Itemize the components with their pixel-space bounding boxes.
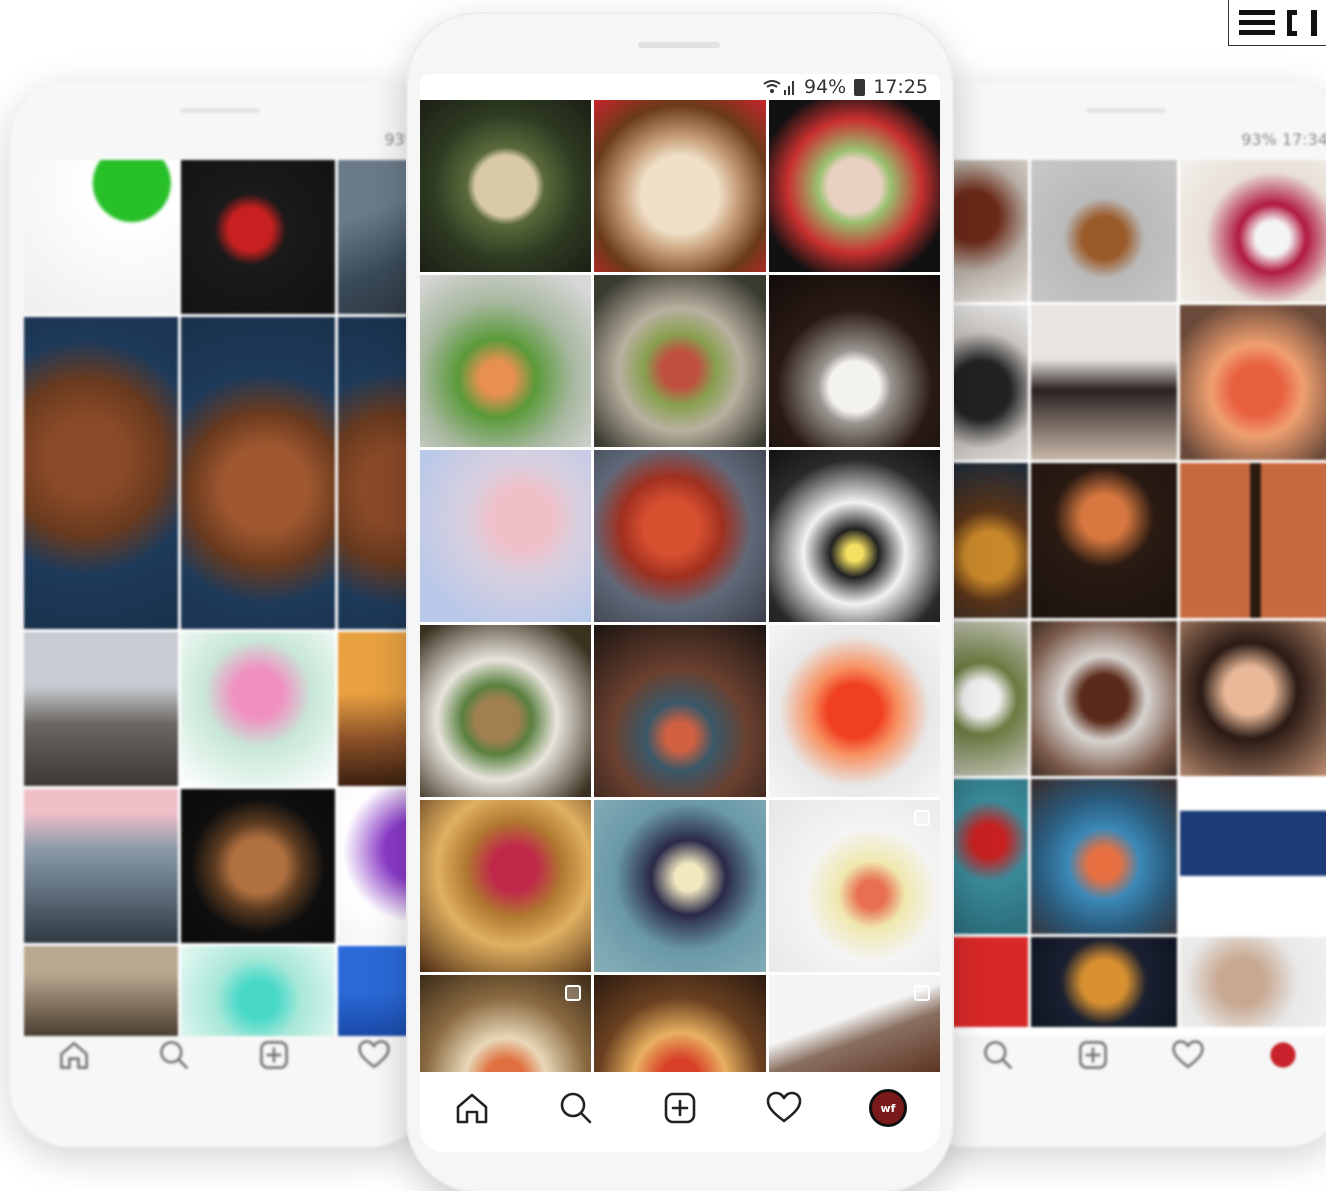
photo-tile-shrimp-salad[interactable] — [420, 275, 592, 447]
multiple-photos-icon — [913, 985, 930, 1001]
status-bar: 94% 17:25 — [420, 74, 940, 100]
photo-tile-dim-sum-basket[interactable] — [594, 100, 766, 272]
left-bottom-nav — [24, 1025, 424, 1085]
battery-percent: 94% — [804, 76, 847, 98]
bg-photo-strawberry — [950, 779, 1028, 934]
bg-photo-vinyl — [950, 305, 1028, 460]
photo-tile-pink-cocktail[interactable] — [420, 450, 592, 622]
bg-photo-dunes — [24, 946, 178, 1036]
bg-photo-monitor — [1180, 779, 1326, 934]
bar-icon — [1311, 9, 1317, 36]
bg-photo-meat-dish — [950, 160, 1028, 302]
photo-tile-seafood-salad[interactable] — [420, 100, 592, 272]
bg-photo-salmon-blue-plate — [1031, 779, 1177, 934]
bg-photo-menu-board — [1031, 160, 1177, 302]
bg-photo-green-promo — [24, 160, 178, 314]
add-post-icon — [260, 1041, 288, 1069]
bg-photo-woman-portrait — [1180, 937, 1326, 1027]
search-icon — [983, 1041, 1012, 1069]
photo-tile-red-lemonade[interactable] — [768, 625, 940, 797]
bg-photo-sea-waves — [24, 789, 178, 943]
add-post-button[interactable] — [656, 1084, 704, 1132]
phone-speaker — [1086, 108, 1166, 113]
bg-photo-plate-dark — [181, 789, 335, 943]
home-icon — [456, 1093, 488, 1124]
heart-icon — [766, 1091, 802, 1123]
photo-tile-squid-ink-pasta[interactable] — [768, 450, 940, 622]
add-post-icon — [1078, 1041, 1107, 1069]
profile-button[interactable]: wf — [864, 1084, 912, 1132]
search-icon — [160, 1041, 188, 1069]
multiple-photos-icon — [565, 985, 582, 1001]
heart-icon — [358, 1040, 390, 1069]
activity-button[interactable] — [760, 1084, 808, 1132]
phone-speaker — [180, 108, 260, 113]
main-phone: 94% 17:25 wf — [408, 14, 952, 1191]
corner-logo — [1228, 0, 1326, 46]
bg-photo-red-sign — [950, 937, 1028, 1027]
bg-photo-road — [24, 632, 178, 786]
avatar — [1269, 1042, 1296, 1068]
right-background-phone: 93% 17:34 — [906, 82, 1326, 1147]
bg-photo-steak-boards — [24, 317, 178, 629]
bg-photo-models — [1031, 305, 1177, 460]
bg-photo-ice-cream-cherry — [1180, 160, 1326, 302]
photo-tile-sardine-toast[interactable] — [420, 625, 592, 797]
bg-photo-wine-glass — [950, 621, 1028, 776]
bg-photo-poster — [1031, 463, 1177, 618]
photo-tile-vegetable-tartare[interactable] — [594, 275, 766, 447]
photo-tile-ceviche[interactable] — [768, 800, 940, 972]
battery-icon — [854, 78, 866, 96]
bg-photo-flowers — [181, 632, 335, 786]
photo-tile-plated-dessert[interactable] — [768, 275, 940, 447]
photo-tile-crab-legs[interactable] — [594, 450, 766, 622]
home-icon — [60, 1041, 88, 1069]
search-icon — [560, 1092, 592, 1124]
heart-icon — [1171, 1040, 1204, 1069]
clock: 17:25 — [873, 76, 928, 98]
photo-tile-shrimp-sandwich[interactable] — [768, 100, 940, 272]
right-photo-grid — [950, 160, 1326, 1036]
bg-photo-dumplings — [950, 463, 1028, 618]
wifi-signal-icon — [763, 80, 794, 95]
photo-tile-salmon-tart[interactable] — [420, 975, 592, 1072]
photo-tile-tapas-table[interactable] — [768, 975, 940, 1072]
bg-photo-brick-wall — [1180, 463, 1326, 618]
avatar: wf — [869, 1089, 907, 1127]
home-button[interactable] — [448, 1084, 496, 1132]
bracket-icon — [1287, 9, 1297, 36]
bg-photo-green-drinks — [181, 946, 335, 1036]
search-button[interactable] — [552, 1084, 600, 1132]
add-post-icon — [664, 1092, 696, 1124]
right-bottom-nav — [950, 1025, 1326, 1085]
right-status-text: 93% 17:34 — [1241, 130, 1326, 149]
bottom-nav: wf — [420, 1074, 940, 1142]
photo-tile-pizza[interactable] — [594, 975, 766, 1072]
multiple-photos-icon — [913, 810, 930, 826]
bg-photo-smoking-woman — [1180, 621, 1326, 776]
bg-photo-steak-plate — [1031, 621, 1177, 776]
bg-photo-steak-boards-2 — [181, 317, 335, 629]
photo-grid — [420, 100, 940, 1072]
phone-screen: 94% 17:25 wf — [420, 74, 940, 1152]
bg-photo-fried-balls — [1031, 937, 1177, 1027]
photo-tile-champagne[interactable] — [594, 800, 766, 972]
left-photo-grid — [24, 160, 430, 1036]
menu-bars-icon — [1239, 10, 1275, 35]
bg-photo-dark-logo — [181, 160, 335, 314]
bg-photo-shrimp-plate — [1180, 305, 1326, 460]
photo-tile-wine-tartare[interactable] — [594, 625, 766, 797]
photo-tile-berry-dessert[interactable] — [420, 800, 592, 972]
phone-speaker — [638, 42, 720, 48]
left-background-phone: 93% — [10, 82, 430, 1147]
